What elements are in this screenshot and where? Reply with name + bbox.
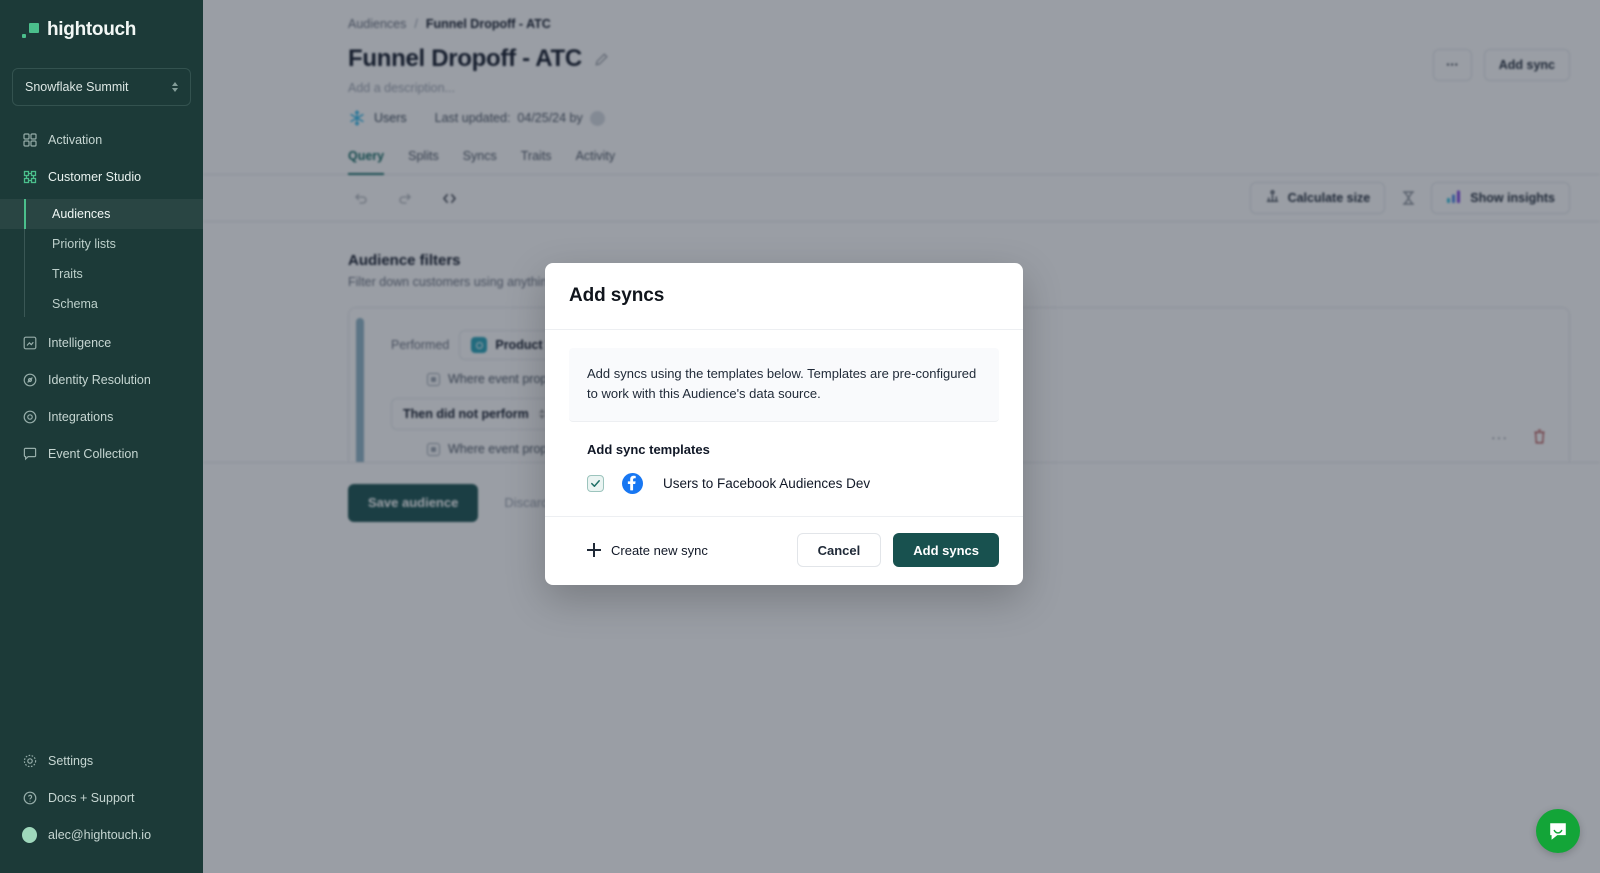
workspace-selector[interactable]: Snowflake Summit	[12, 68, 191, 106]
gear-icon	[22, 754, 37, 769]
add-syncs-modal: Add syncs Add syncs using the templates …	[545, 263, 1023, 585]
sidebar-item-traits[interactable]: Traits	[0, 259, 203, 289]
sidebar-subitem-label: Audiences	[52, 207, 110, 221]
sync-template-name: Users to Facebook Audiences Dev	[663, 476, 870, 491]
sidebar-item-priority-lists[interactable]: Priority lists	[0, 229, 203, 259]
sidebar-item-event-collection[interactable]: Event Collection	[0, 438, 203, 470]
sidebar-subitem-label: Schema	[52, 297, 98, 311]
sidebar-item-settings[interactable]: Settings	[0, 745, 203, 777]
cancel-button[interactable]: Cancel	[797, 533, 882, 567]
modal-info-box: Add syncs using the templates below. Tem…	[569, 348, 999, 422]
sidebar-subitem-label: Priority lists	[52, 237, 116, 251]
help-icon	[22, 791, 37, 806]
hightouch-logo-icon	[22, 23, 39, 38]
sidebar-bottom-nav: Settings Docs + Support alec@hightouch.i…	[0, 745, 203, 873]
sidebar-item-label: Intelligence	[48, 336, 111, 350]
modal-info-text: Add syncs using the templates below. Tem…	[587, 364, 981, 403]
plus-icon	[587, 543, 601, 557]
modal-title: Add syncs	[569, 285, 999, 307]
sidebar-item-account[interactable]: alec@hightouch.io	[0, 819, 203, 851]
add-syncs-confirm-button[interactable]: Add syncs	[893, 533, 999, 567]
create-new-sync-label: Create new sync	[611, 543, 708, 558]
chat-bubble-icon[interactable]	[1536, 809, 1580, 853]
sidebar-item-label: Settings	[48, 754, 93, 768]
sidebar-item-schema[interactable]: Schema	[0, 289, 203, 319]
sidebar-item-label: Customer Studio	[48, 170, 141, 184]
app-root: hightouch Snowflake Summit Activation	[0, 0, 1600, 873]
integrations-icon	[22, 410, 37, 425]
sidebar-item-label: Identity Resolution	[48, 373, 151, 387]
modal-body: Add syncs using the templates below. Tem…	[545, 330, 1023, 516]
sidebar-item-label: Docs + Support	[48, 791, 135, 805]
studio-icon	[22, 170, 37, 185]
sidebar-item-activation[interactable]: Activation	[0, 124, 203, 156]
sidebar-nav: Activation Customer Studio Audiences	[0, 124, 203, 470]
sidebar-subnav: Audiences Priority lists Traits Schema	[0, 199, 203, 319]
sidebar-item-intelligence[interactable]: Intelligence	[0, 327, 203, 359]
avatar	[22, 828, 37, 843]
chart-icon	[22, 336, 37, 351]
event-icon	[22, 447, 37, 462]
sync-templates-label: Add sync templates	[569, 422, 999, 457]
chevron-updown-icon	[172, 82, 178, 92]
identity-icon	[22, 373, 37, 388]
brand-name: hightouch	[47, 19, 136, 41]
sidebar-spacer	[0, 470, 203, 727]
create-new-sync-button[interactable]: Create new sync	[569, 543, 708, 558]
sidebar-item-audiences[interactable]: Audiences	[0, 199, 203, 229]
facebook-icon	[622, 473, 643, 494]
workspace-name: Snowflake Summit	[25, 80, 172, 94]
sidebar-item-label: Integrations	[48, 410, 113, 424]
sidebar-item-label: Activation	[48, 133, 102, 147]
sidebar-item-label: alec@hightouch.io	[48, 828, 151, 842]
sidebar-item-integrations[interactable]: Integrations	[0, 401, 203, 433]
sidebar-item-customer-studio[interactable]: Customer Studio	[0, 161, 203, 193]
sidebar-item-docs-support[interactable]: Docs + Support	[0, 782, 203, 814]
grid-icon	[22, 133, 37, 148]
sync-template-item[interactable]: Users to Facebook Audiences Dev	[569, 457, 999, 516]
sidebar-subitem-label: Traits	[52, 267, 83, 281]
sidebar: hightouch Snowflake Summit Activation	[0, 0, 203, 873]
sync-template-checkbox[interactable]	[587, 475, 604, 492]
modal-footer: Create new sync Cancel Add syncs	[545, 516, 1023, 585]
sidebar-item-identity-resolution[interactable]: Identity Resolution	[0, 364, 203, 396]
modal-header: Add syncs	[545, 263, 1023, 330]
sidebar-item-label: Event Collection	[48, 447, 138, 461]
brand-logo[interactable]: hightouch	[0, 0, 203, 46]
